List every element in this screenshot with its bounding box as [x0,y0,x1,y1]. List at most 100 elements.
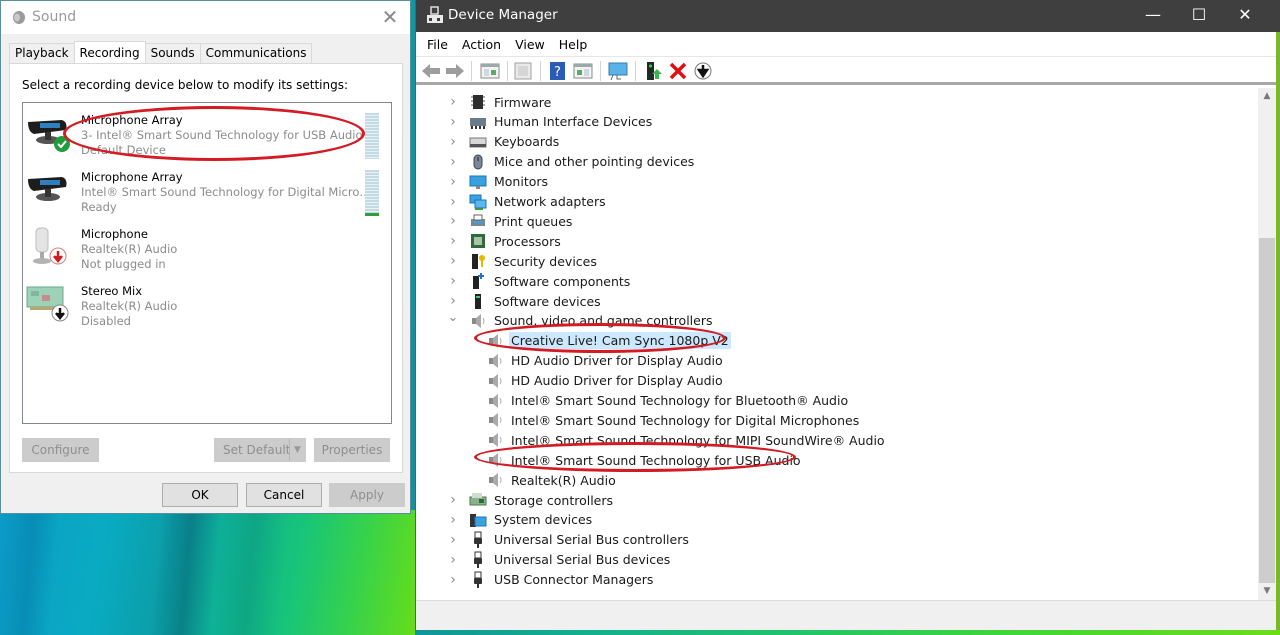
chevron-right-icon[interactable]: › [447,134,459,150]
chevron-right-icon[interactable]: › [447,512,459,528]
menu-file[interactable]: File [427,37,448,52]
chevron-right-icon[interactable]: › [447,213,459,229]
tree-item-label: Storage controllers [494,492,614,508]
device-driver: Realtek(R) Audio [81,299,178,313]
desktop-wallpaper [0,510,415,635]
forward-icon[interactable] [444,60,466,82]
recording-device-list[interactable]: Microphone Array 3- Intel® Smart Sound T… [22,102,392,424]
update-driver-icon[interactable] [642,60,664,82]
chevron-right-icon[interactable]: › [447,273,459,289]
action-pane-icon[interactable] [572,60,594,82]
device-item[interactable]: Microphone Realtek(R) Audio Not plugged … [23,218,391,275]
chevron-right-icon[interactable]: › [447,532,459,548]
tab-communications[interactable]: Communications [199,43,313,63]
chevron-right-icon[interactable]: › [447,114,459,130]
vertical-scrollbar[interactable]: ▲ ▼ [1258,88,1276,600]
tab-recording[interactable]: Recording [73,41,146,63]
sound-titlebar[interactable]: Sound ✕ [1,1,410,34]
device-tree[interactable]: › Firmware › Human Interface Devices › Keyboa… [416,88,1258,600]
tree-category[interactable]: › Mice and other pointing devices [447,152,696,172]
keyboard-icon [469,137,487,148]
tree-category[interactable]: › Keyboards [447,132,561,152]
tree-category[interactable]: › Universal Serial Bus devices [447,550,672,570]
sound-title: Sound [32,9,77,25]
chevron-right-icon[interactable]: › [447,293,459,309]
tree-item-label: Intel® Smart Sound Technology for USB Au… [511,452,801,468]
speaker-icon [13,11,25,24]
tree-device[interactable]: Intel® Smart Sound Technology for Digita… [486,410,861,430]
tree-category[interactable]: ⌄ Sound, video and game controllers [447,310,715,331]
tree-category[interactable]: › Human Interface Devices [447,112,654,132]
minimize-button[interactable]: — [1130,0,1176,32]
tree-category[interactable]: › Security devices [447,251,599,271]
device-item[interactable]: Microphone Array Intel® Smart Sound Tech… [23,161,391,218]
tree-device[interactable]: HD Audio Driver for Display Audio [486,351,725,371]
tree-category[interactable]: › Software components [447,271,632,291]
tree-category[interactable]: › Firmware [447,92,553,112]
ok-button[interactable]: OK [162,483,238,507]
device-driver: 3- Intel® Smart Sound Technology for USB… [81,128,363,142]
close-button[interactable]: ✕ [380,7,400,27]
set-default-label: Set Default [223,443,291,457]
tree-category[interactable]: › USB Connector Managers [447,570,655,590]
tab-sounds[interactable]: Sounds [144,43,201,63]
tree-category[interactable]: › Print queues [447,211,574,231]
tree-device[interactable]: Creative Live! Cam Sync 1080p V2 [486,331,731,351]
device-item[interactable]: Stereo Mix Realtek(R) Audio Disabled [23,275,391,332]
configure-button[interactable]: Configure [22,438,99,462]
properties-button[interactable]: Properties [314,438,390,462]
chevron-right-icon[interactable]: › [447,194,459,210]
tree-device[interactable]: Realtek(R) Audio [486,470,618,490]
tree-item-label: Keyboards [494,134,560,150]
chevron-right-icon[interactable]: › [447,233,459,249]
tree-category[interactable]: › Network adapters [447,192,608,212]
chevron-down-icon[interactable]: ⌄ [447,310,459,325]
set-default-button[interactable]: Set Default ▼ [214,438,306,462]
chevron-right-icon[interactable]: › [447,174,459,190]
maximize-button[interactable]: ☐ [1176,0,1222,32]
tree-category[interactable]: › System devices [447,510,594,530]
menu-bar: File Action View Help [416,32,1280,57]
chevron-right-icon[interactable]: › [447,492,459,508]
tree-device[interactable]: HD Audio Driver for Display Audio [486,371,725,391]
chevron-right-icon[interactable]: › [447,552,459,568]
tree-category[interactable]: › Monitors [447,172,550,192]
show-hide-console-tree-icon[interactable] [479,60,501,82]
properties-icon[interactable] [512,60,534,82]
dm-titlebar[interactable]: Device Manager — ☐ ✕ [416,0,1280,32]
tree-category[interactable]: › Universal Serial Bus controllers [447,530,691,550]
device-name: Microphone [81,227,148,241]
microphone-icon [33,227,67,265]
tree-category[interactable]: › Processors [447,231,563,251]
chevron-right-icon[interactable]: › [447,94,459,110]
menu-help[interactable]: Help [559,37,588,52]
device-status: Ready [81,200,117,214]
close-button[interactable]: ✕ [1222,0,1268,32]
apply-button[interactable]: Apply [329,483,405,507]
menu-view[interactable]: View [515,37,545,52]
chevron-right-icon[interactable]: › [447,572,459,588]
uninstall-icon[interactable] [667,60,689,82]
scroll-down-icon[interactable]: ▼ [1258,583,1276,600]
tree-device[interactable]: Intel® Smart Sound Technology for MIPI S… [486,430,887,450]
chevron-right-icon[interactable]: › [447,154,459,170]
disable-device-icon[interactable] [692,60,714,82]
chevron-down-icon[interactable]: ▼ [289,439,305,461]
menu-action[interactable]: Action [462,37,501,52]
back-icon[interactable] [420,60,442,82]
help-icon[interactable]: ? [547,60,569,82]
tree-device[interactable]: Intel® Smart Sound Technology for Blueto… [486,391,850,411]
device-item[interactable]: Microphone Array 3- Intel® Smart Sound T… [23,104,391,161]
scan-hardware-icon[interactable] [607,60,629,82]
system-icon [470,513,487,527]
scroll-up-icon[interactable]: ▲ [1258,88,1276,105]
maximize-icon: ☐ [1191,5,1207,24]
chevron-right-icon[interactable]: › [447,253,459,269]
tab-playback[interactable]: Playback [9,43,75,63]
tree-category[interactable]: › Software devices [447,291,603,311]
scrollbar-thumb[interactable] [1259,238,1275,583]
cancel-button[interactable]: Cancel [246,483,322,507]
tree-category[interactable]: › Storage controllers [447,490,615,510]
security-icon [472,254,485,270]
tree-device[interactable]: Intel® Smart Sound Technology for USB Au… [486,450,803,470]
